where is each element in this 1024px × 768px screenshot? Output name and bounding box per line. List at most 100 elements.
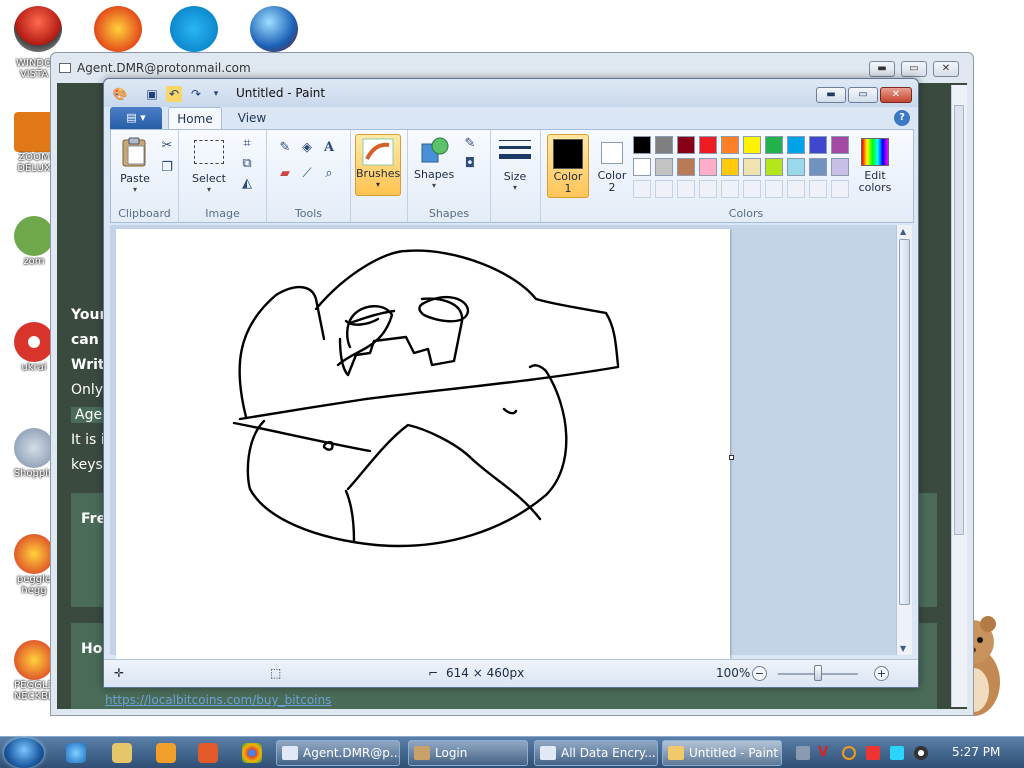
palette-swatch[interactable] [765,158,783,176]
tray-app-icon[interactable] [796,746,810,760]
palette-swatch[interactable] [677,136,695,154]
network-icon[interactable] [890,746,904,760]
palette-swatch[interactable] [699,136,717,154]
browser-scrollbar[interactable] [951,85,967,707]
desktop-app-icon[interactable] [14,6,62,52]
custom-color-slot[interactable] [699,180,717,198]
file-menu-button[interactable]: ▤ ▾ [110,107,162,129]
size-button[interactable]: Size ▾ [497,134,533,192]
tab-view[interactable]: View [228,107,276,129]
palette-swatch[interactable] [831,158,849,176]
custom-color-slot[interactable] [831,180,849,198]
undo-icon[interactable]: ↶ [166,86,182,102]
magnifier-icon[interactable]: ⌕ [319,164,339,184]
customize-qat-icon[interactable]: ▾ [208,86,224,102]
palette-swatch[interactable] [787,158,805,176]
browser-maximize-button[interactable]: ▭ [901,61,927,77]
app-icon[interactable] [198,743,218,763]
paint-close-button[interactable]: ✕ [880,87,912,103]
canvas-scrollbar[interactable]: ▲ ▼ [896,225,912,655]
folder-icon[interactable] [112,743,132,763]
palette-swatch[interactable] [743,136,761,154]
start-button[interactable] [4,738,44,768]
browser-minimize-button[interactable]: ▬ [869,61,895,77]
taskbar-item-paint[interactable]: Untitled - Paint [662,740,782,766]
palette-swatch[interactable] [787,136,805,154]
taskbar-item-data[interactable]: All Data Encry... [534,740,658,766]
taskbar-item-browser[interactable]: Agent.DMR@p... [276,740,400,766]
palette-swatch[interactable] [765,136,783,154]
select-button[interactable]: Select ▾ [189,134,229,194]
tab-home[interactable]: Home [168,107,222,129]
custom-color-slot[interactable] [633,180,651,198]
crop-icon[interactable]: ⌗ [237,134,257,154]
globe-icon[interactable] [250,6,298,52]
text-icon[interactable]: A [319,138,339,158]
fill-icon[interactable]: ◈ [297,138,317,158]
color1-button[interactable]: Color 1 [547,134,589,198]
pencil-icon[interactable]: ✎ [275,138,295,158]
palette-swatch[interactable] [721,136,739,154]
zoom-slider-thumb[interactable] [814,665,822,681]
edit-colors-button[interactable]: Edit colors [855,134,895,194]
v-tray-icon[interactable]: V [818,746,832,760]
zoom-in-button[interactable]: + [874,666,889,681]
save-icon[interactable]: ▣ [144,86,160,102]
resize-icon[interactable]: ⧉ [237,154,257,174]
palette-swatch[interactable] [809,158,827,176]
taskbar-item-login[interactable]: Login [408,740,528,766]
volume-icon[interactable] [914,746,928,760]
outline-icon[interactable]: ✎ [460,134,480,154]
copy-icon[interactable]: ❐ [157,158,177,178]
palette-swatch[interactable] [809,136,827,154]
custom-color-slot[interactable] [655,180,673,198]
palette-swatch[interactable] [655,136,673,154]
canvas-area[interactable] [110,225,898,659]
paste-button[interactable]: Paste ▾ [117,134,153,194]
bitcoin-link[interactable]: https://localbitcoins.com/buy_bitcoins [105,693,331,707]
flag-icon[interactable] [866,746,880,760]
help-icon[interactable]: ? [894,110,910,126]
palette-swatch[interactable] [677,158,695,176]
scroll-up-icon[interactable]: ▲ [900,227,906,236]
paint-maximize-button[interactable]: ▭ [848,87,878,103]
paint-titlebar[interactable]: 🎨 ▣ ↶ ↷ ▾ Untitled - Paint ▬ ▭ ✕ [104,79,918,107]
custom-color-slot[interactable] [743,180,761,198]
search-tray-icon[interactable] [842,746,856,760]
fill-shape-icon[interactable]: ◘ [460,154,480,174]
drawing-canvas[interactable] [116,229,734,659]
color-picker-icon[interactable]: ⟋ [297,164,317,184]
zoom-out-button[interactable]: − [752,666,767,681]
internet-explorer-icon[interactable] [66,743,86,763]
palette-swatch[interactable] [721,158,739,176]
palette-swatch[interactable] [699,158,717,176]
paint-window[interactable]: 🎨 ▣ ↶ ↷ ▾ Untitled - Paint ▬ ▭ ✕ ▤ ▾ Hom… [103,78,919,688]
paint-minimize-button[interactable]: ▬ [816,87,846,103]
color2-button[interactable]: Color 2 [593,134,631,194]
chrome-icon[interactable] [242,743,262,763]
cut-icon[interactable]: ✂ [157,136,177,156]
custom-color-slot[interactable] [721,180,739,198]
shapes-button[interactable]: Shapes ▾ [414,134,454,190]
canvas-resize-handle[interactable] [729,455,734,460]
redo-icon[interactable]: ↷ [188,86,204,102]
custom-color-slot[interactable] [809,180,827,198]
browser-scrollbar-thumb[interactable] [954,105,964,535]
peggle-icon[interactable] [94,6,142,52]
media-player-icon[interactable] [156,743,176,763]
browser-close-button[interactable]: ✕ [933,61,959,77]
custom-color-slot[interactable] [765,180,783,198]
custom-color-slot[interactable] [787,180,805,198]
canvas-scrollbar-thumb[interactable] [899,239,910,605]
palette-swatch[interactable] [655,158,673,176]
eraser-icon[interactable]: ▰ [275,164,295,184]
palette-swatch[interactable] [633,136,651,154]
palette-swatch[interactable] [633,158,651,176]
scroll-down-icon[interactable]: ▼ [900,644,906,653]
palette-swatch[interactable] [743,158,761,176]
custom-color-slot[interactable] [677,180,695,198]
brushes-button[interactable]: Brushes ▾ [355,134,401,196]
palette-swatch[interactable] [831,136,849,154]
rotate-icon[interactable]: ◭ [237,174,257,194]
skype-icon[interactable] [170,6,218,52]
